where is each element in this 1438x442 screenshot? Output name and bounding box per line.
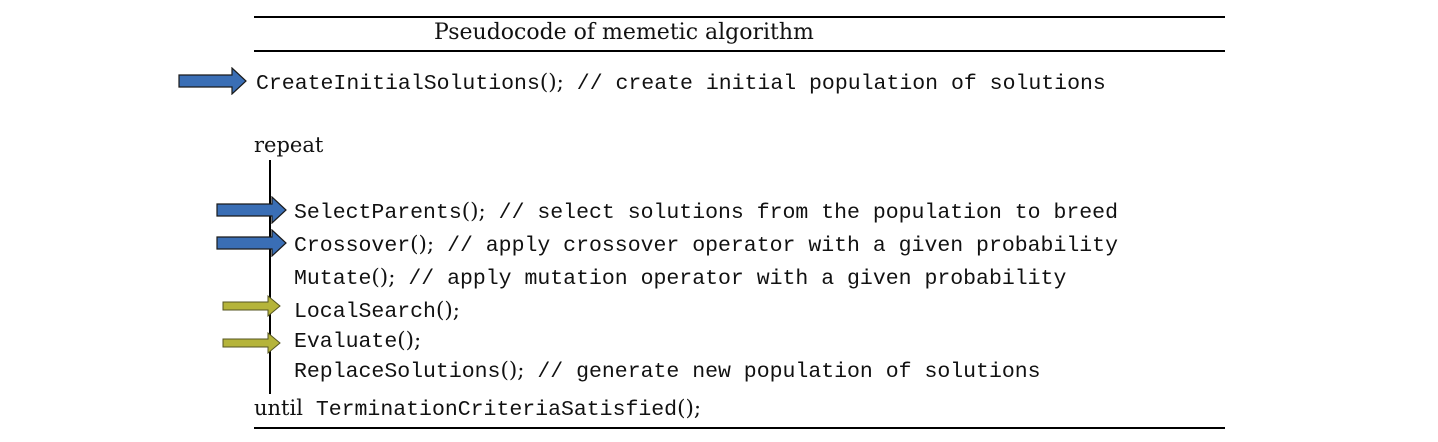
line-until: until TerminationCriteriaSatisfied(); (254, 396, 702, 422)
olive-arrow-icon (222, 332, 281, 354)
comment-text: // apply crossover operator with a given… (447, 234, 1118, 258)
line-evaluate: Evaluate(); (294, 328, 422, 354)
comment-text: // generate new population of solutions (537, 360, 1041, 384)
call-text: SelectParents (294, 201, 462, 225)
keyword-repeat: repeat (254, 133, 324, 157)
comment-text: // create initial population of solution… (576, 72, 1106, 96)
blue-arrow-icon (216, 196, 287, 224)
bottom-rule (254, 427, 1225, 429)
line-mutate: Mutate(); // apply mutation operator wit… (294, 265, 1067, 291)
call-text: LocalSearch (294, 300, 436, 324)
line-select-parents: SelectParents(); // select solutions fro… (294, 199, 1118, 225)
pseudocode-title: Pseudocode of memetic algorithm (434, 20, 814, 45)
call-text: Crossover (294, 234, 411, 258)
comment-text: // select solutions from the population … (498, 201, 1118, 225)
line-create-initial-solutions: CreateInitialSolutions(); // create init… (256, 70, 1106, 96)
line-local-search: LocalSearch(); (294, 298, 460, 324)
call-text: CreateInitialSolutions (256, 72, 540, 96)
call-text: ReplaceSolutions (294, 360, 501, 384)
olive-arrow-icon (222, 295, 281, 317)
blue-arrow-icon (178, 67, 247, 95)
blue-arrow-icon (216, 229, 287, 257)
title-rule (254, 50, 1225, 52)
call-text: Mutate (294, 267, 372, 291)
line-replace-solutions: ReplaceSolutions(); // generate new popu… (294, 358, 1041, 384)
call-text: TerminationCriteriaSatisfied (315, 398, 678, 422)
keyword-until: until (254, 396, 303, 420)
call-text: Evaluate (294, 330, 398, 354)
comment-text: // apply mutation operator with a given … (408, 267, 1067, 291)
line-crossover: Crossover(); // apply crossover operator… (294, 232, 1118, 258)
